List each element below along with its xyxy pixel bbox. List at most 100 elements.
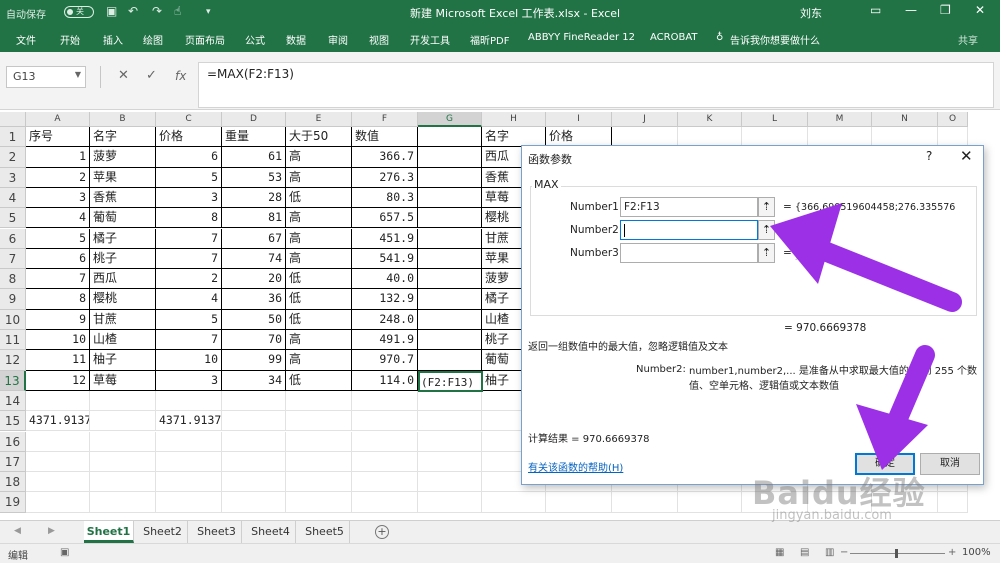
table-cell[interactable]: 366.7 — [352, 147, 418, 168]
touch-mode-icon[interactable]: ☝ — [174, 4, 181, 18]
select-all-corner[interactable] — [0, 112, 26, 127]
table-cell[interactable]: 5 — [26, 228, 90, 249]
table-cell[interactable]: 3 — [156, 370, 222, 391]
table-cell[interactable]: 8 — [156, 208, 222, 229]
zoom-out-icon[interactable]: − — [840, 547, 848, 558]
table-cell[interactable]: 高 — [286, 147, 352, 168]
collapse-dialog-icon[interactable]: ⇡ — [758, 243, 775, 263]
page-break-view-icon[interactable]: ▥ — [825, 547, 834, 558]
table-cell[interactable]: 9 — [26, 309, 90, 330]
cell[interactable] — [156, 472, 222, 493]
collapse-dialog-icon[interactable]: ⇡ — [758, 197, 775, 217]
table-cell[interactable]: 970.7 — [352, 350, 418, 371]
row-header-19[interactable]: 19 — [0, 492, 26, 513]
table-cell[interactable]: 53 — [222, 167, 286, 188]
cell[interactable] — [286, 472, 352, 493]
table-cell[interactable]: 4 — [156, 289, 222, 310]
column-header-l[interactable]: L — [742, 112, 808, 127]
table-cell[interactable]: 高 — [286, 208, 352, 229]
table-cell[interactable]: 草莓 — [90, 370, 156, 391]
table-cell[interactable]: 低 — [286, 269, 352, 290]
table-cell[interactable] — [418, 127, 482, 148]
ok-button[interactable]: 确定 — [855, 453, 915, 475]
table-cell[interactable]: 36 — [222, 289, 286, 310]
table-cell[interactable]: 高 — [286, 350, 352, 371]
cell[interactable] — [482, 492, 546, 513]
table-cell[interactable]: 8 — [26, 289, 90, 310]
zoom-level[interactable]: 100% — [962, 547, 991, 558]
table-cell[interactable]: 葡萄 — [90, 208, 156, 229]
table-cell[interactable]: 451.9 — [352, 228, 418, 249]
table-cell[interactable]: 高 — [286, 248, 352, 270]
table-cell[interactable]: 西瓜 — [90, 269, 156, 290]
table-cell[interactable]: 香蕉 — [90, 187, 156, 209]
column-header-a[interactable]: A — [26, 112, 90, 127]
row-header-16[interactable]: 16 — [0, 431, 26, 452]
active-cell-g13[interactable]: (F2:F13) — [418, 370, 483, 392]
cell[interactable] — [418, 492, 482, 513]
table-cell[interactable]: 541.9 — [352, 248, 418, 270]
column-header-m[interactable]: M — [808, 112, 872, 127]
table-cell[interactable]: 6 — [156, 147, 222, 168]
cell[interactable] — [26, 492, 90, 513]
row-header-18[interactable]: 18 — [0, 472, 26, 493]
row-header-7[interactable]: 7 — [0, 248, 26, 270]
cell[interactable] — [678, 492, 742, 513]
cell[interactable] — [156, 451, 222, 473]
table-cell[interactable]: 菠萝 — [90, 147, 156, 168]
formula-input[interactable]: =MAX(F2:F13) — [198, 62, 994, 108]
cell[interactable] — [418, 451, 482, 473]
column-header-j[interactable]: J — [612, 112, 678, 127]
table-cell[interactable]: 桃子 — [90, 248, 156, 270]
add-sheet-button[interactable]: + — [375, 525, 389, 539]
table-cell[interactable]: 74 — [222, 248, 286, 270]
table-cell[interactable]: 2 — [26, 167, 90, 188]
table-cell[interactable]: 低 — [286, 309, 352, 330]
table-header-cell[interactable]: 价格 — [156, 127, 222, 148]
sheet-tab-sheet3[interactable]: Sheet3 — [192, 521, 242, 543]
table-header-cell[interactable]: 序号 — [26, 127, 90, 148]
table-cell[interactable]: 低 — [286, 289, 352, 310]
cell[interactable] — [286, 411, 352, 432]
table-cell[interactable]: 4 — [26, 208, 90, 229]
column-header-g[interactable]: G — [418, 112, 482, 127]
row-header-8[interactable]: 8 — [0, 269, 26, 290]
insert-function-icon[interactable]: fx — [175, 69, 186, 83]
cell[interactable] — [418, 472, 482, 493]
column-header-i[interactable]: I — [546, 112, 612, 127]
cell[interactable] — [546, 492, 612, 513]
table-cell[interactable] — [418, 147, 482, 168]
row-header-17[interactable]: 17 — [0, 451, 26, 473]
table-cell[interactable]: 99 — [222, 350, 286, 371]
table-cell[interactable]: 橘子 — [90, 228, 156, 249]
cell[interactable] — [352, 431, 418, 452]
table-cell[interactable]: 491.9 — [352, 330, 418, 351]
cancel-formula-icon[interactable]: ✕ — [118, 68, 129, 83]
tab-insert[interactable]: 插入 — [103, 32, 123, 47]
row-header-12[interactable]: 12 — [0, 350, 26, 371]
row-header-6[interactable]: 6 — [0, 228, 26, 249]
name-box[interactable]: G13 ▼ — [6, 66, 86, 88]
table-cell[interactable]: 10 — [26, 330, 90, 351]
table-cell[interactable]: 132.9 — [352, 289, 418, 310]
page-layout-view-icon[interactable]: ▤ — [800, 547, 809, 558]
cell[interactable] — [26, 451, 90, 473]
row-header-15[interactable]: 15 — [0, 411, 26, 432]
cell[interactable] — [90, 390, 156, 412]
cell[interactable] — [222, 411, 286, 432]
zoom-slider-thumb[interactable] — [895, 549, 898, 558]
table-cell[interactable]: 7 — [156, 248, 222, 270]
table-header-cell[interactable]: 重量 — [222, 127, 286, 148]
table-cell[interactable]: 高 — [286, 167, 352, 188]
cell[interactable] — [156, 431, 222, 452]
save-icon[interactable]: ▣ — [106, 4, 117, 18]
table-cell[interactable]: 山楂 — [90, 330, 156, 351]
row-header-9[interactable]: 9 — [0, 289, 26, 310]
table-cell[interactable]: 20 — [222, 269, 286, 290]
row-header-11[interactable]: 11 — [0, 330, 26, 351]
row-header-4[interactable]: 4 — [0, 187, 26, 209]
cell[interactable] — [418, 390, 482, 412]
table-cell[interactable]: 低 — [286, 187, 352, 209]
cell[interactable] — [286, 431, 352, 452]
table-cell[interactable]: 61 — [222, 147, 286, 168]
